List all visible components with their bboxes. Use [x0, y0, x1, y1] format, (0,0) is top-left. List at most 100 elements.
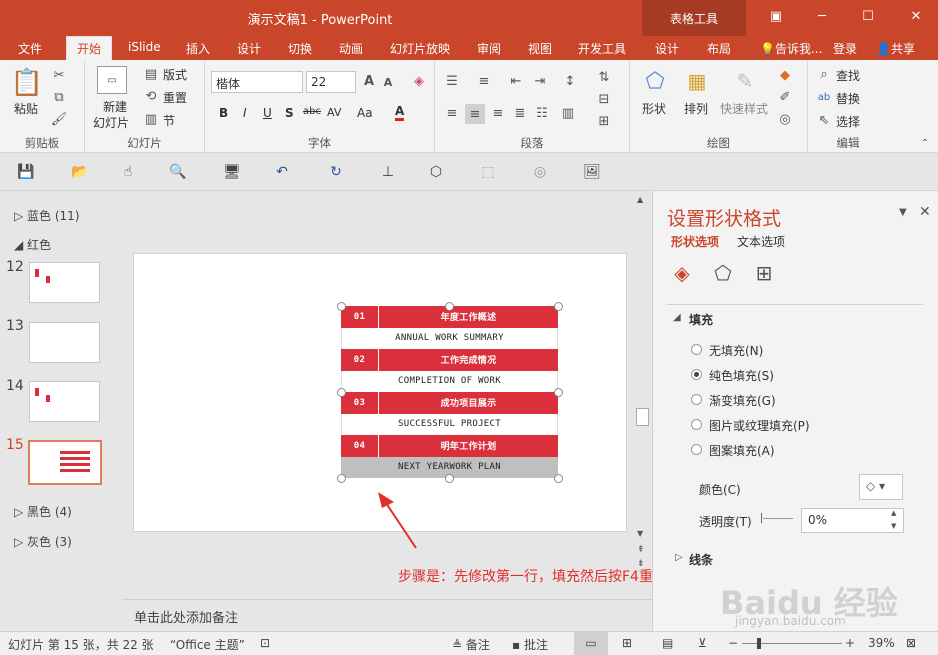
smartart-icon[interactable]: ⊞ [595, 112, 613, 130]
slide-thumbnail-15[interactable] [28, 440, 102, 485]
reading-view-icon[interactable]: ▤ [662, 636, 673, 650]
font-color-button[interactable]: A [395, 105, 405, 121]
scroll-down-icon[interactable]: ▼ [637, 529, 643, 538]
tab-slideshow[interactable]: 幻灯片放映 [390, 40, 450, 57]
gradient-fill-label[interactable]: 渐变填充(G) [709, 392, 776, 409]
justify-icon[interactable]: ≣ [511, 104, 529, 122]
italic-button[interactable]: I [243, 106, 247, 120]
table-row[interactable]: SUCCESSFUL PROJECT [341, 413, 558, 435]
resize-handle[interactable] [445, 474, 454, 483]
tab-shape-options[interactable]: 形状选项 [671, 233, 719, 250]
transparency-input[interactable]: 0% [801, 508, 904, 533]
resize-handle[interactable] [554, 302, 563, 311]
notes-pane[interactable]: 单击此处添加备注 [122, 599, 652, 631]
slide-thumbnail-13[interactable] [29, 322, 100, 363]
bullets-icon[interactable]: ☰ [443, 72, 461, 90]
tab-home[interactable]: 开始 [66, 36, 113, 61]
bold-button[interactable]: B [219, 106, 228, 120]
fill-section-header[interactable]: 填充 [689, 311, 713, 328]
tab-file[interactable]: 文件 [18, 40, 42, 57]
new-slide-label-2[interactable]: 幻灯片 [93, 114, 129, 131]
table-row[interactable]: 02 工作完成情况 [341, 349, 558, 371]
tab-transitions[interactable]: 切换 [288, 40, 312, 57]
line-spacing-icon[interactable]: ↕ [561, 72, 579, 90]
zoom-in-icon[interactable]: + [845, 636, 855, 650]
tell-me-box[interactable]: 💡告诉我... [760, 40, 822, 57]
resize-handle[interactable] [337, 302, 346, 311]
fill-line-icon[interactable]: ◈ [669, 261, 695, 287]
paste-icon[interactable]: 📋 [10, 66, 44, 100]
normal-view-icon[interactable]: ▭ [574, 632, 608, 655]
font-size-select[interactable]: 22 [306, 71, 356, 93]
radio-gradient-fill[interactable] [691, 394, 702, 405]
table-row[interactable]: 04 明年工作计划 [341, 435, 558, 457]
char-spacing-button[interactable]: AV [327, 106, 341, 119]
resize-handle[interactable] [337, 388, 346, 397]
vertical-scrollbar[interactable]: ▲ ▼ ⇞ ⇟ [634, 191, 652, 571]
save-icon[interactable]: 💾 [16, 162, 36, 182]
strikethrough-button[interactable]: abc [303, 106, 321, 117]
table-row[interactable]: 03 成功项目展示 [341, 392, 558, 414]
quick-styles-button[interactable]: 快速样式 [720, 100, 768, 117]
align-left-icon[interactable]: ≡ [443, 104, 461, 122]
reset-button[interactable]: 重置 [163, 89, 187, 106]
slide-sorter-icon[interactable]: ⊞ [622, 636, 632, 650]
table-row[interactable]: ANNUAL WORK SUMMARY [341, 327, 558, 349]
slide-thumbnail-12[interactable] [29, 262, 100, 303]
cut-icon[interactable]: ✂ [50, 66, 68, 84]
radio-pattern-fill[interactable] [691, 444, 702, 455]
scroll-up-icon[interactable]: ▲ [637, 195, 643, 204]
section-blue[interactable]: ▷ 蓝色 (11) [14, 207, 80, 224]
zoom-level[interactable]: 39% [868, 636, 895, 650]
effects-icon[interactable]: ⬠ [710, 261, 736, 287]
numbering-icon[interactable]: ≡ [475, 72, 493, 90]
find-button[interactable]: 查找 [836, 67, 860, 84]
fit-to-window-icon[interactable]: ⊠ [906, 636, 916, 650]
text-direction-icon[interactable]: ⇅ [595, 68, 613, 86]
slideshow-icon[interactable]: ⊻ [698, 636, 707, 650]
scroll-thumb[interactable] [636, 408, 649, 426]
new-slide-icon[interactable]: ▭ [97, 66, 127, 94]
transparency-slider-thumb[interactable] [761, 513, 762, 523]
tab-insert[interactable]: 插入 [186, 40, 210, 57]
tab-animations[interactable]: 动画 [339, 40, 363, 57]
open-icon[interactable]: 📂 [70, 162, 90, 182]
align-icon[interactable]: ⊥ [378, 162, 398, 182]
change-case-button[interactable]: Aa [357, 106, 373, 120]
tab-design[interactable]: 设计 [237, 40, 261, 57]
collapse-ribbon-icon[interactable]: ⌃ [918, 136, 932, 150]
tab-review[interactable]: 审阅 [477, 40, 501, 57]
line-section-header[interactable]: 线条 [689, 551, 713, 568]
redo-icon[interactable]: ↻ [326, 162, 346, 182]
pattern-fill-label[interactable]: 图案填充(A) [709, 442, 775, 459]
distributed-icon[interactable]: ☷ [533, 104, 551, 122]
underline-button[interactable]: U [263, 106, 272, 120]
shapes-icon[interactable]: ⬠ [640, 66, 670, 96]
radio-no-fill[interactable] [691, 344, 702, 355]
spin-down-icon[interactable]: ▼ [891, 522, 896, 530]
signin-link[interactable]: 登录 [833, 40, 857, 57]
format-painter-icon[interactable]: 🖌 [50, 110, 68, 128]
arrange-icon[interactable]: ▦ [682, 66, 712, 96]
expand-arrow-icon[interactable]: ▷ [675, 552, 683, 563]
minimize-icon[interactable]: ─ [808, 6, 836, 28]
tab-table-layout[interactable]: 布局 [707, 40, 731, 57]
size-properties-icon[interactable]: ⊞ [751, 261, 777, 287]
picture-icon[interactable]: 🖼 [582, 162, 602, 182]
touch-mode-icon[interactable]: ☝ [118, 162, 138, 182]
collapse-arrow-icon[interactable]: ◢ [673, 312, 681, 323]
ribbon-display-icon[interactable]: ▣ [762, 6, 790, 28]
share-button[interactable]: 👤共享 [876, 40, 915, 57]
resize-handle[interactable] [554, 388, 563, 397]
paste-button[interactable]: 粘贴 [14, 100, 38, 117]
slide-thumbnail-14[interactable] [29, 381, 100, 422]
accessibility-icon[interactable]: ⊡ [260, 636, 270, 650]
maximize-icon[interactable]: ☐ [854, 6, 882, 28]
notes-placeholder[interactable]: 单击此处添加备注 [134, 607, 238, 626]
zoom-slider-thumb[interactable] [757, 638, 761, 649]
shape-outline-icon[interactable]: ✐ [776, 88, 794, 106]
close-icon[interactable]: ✕ [902, 6, 930, 28]
tab-developer[interactable]: 开发工具 [578, 40, 626, 57]
resize-handle[interactable] [554, 474, 563, 483]
align-text-icon[interactable]: ⊟ [595, 90, 613, 108]
